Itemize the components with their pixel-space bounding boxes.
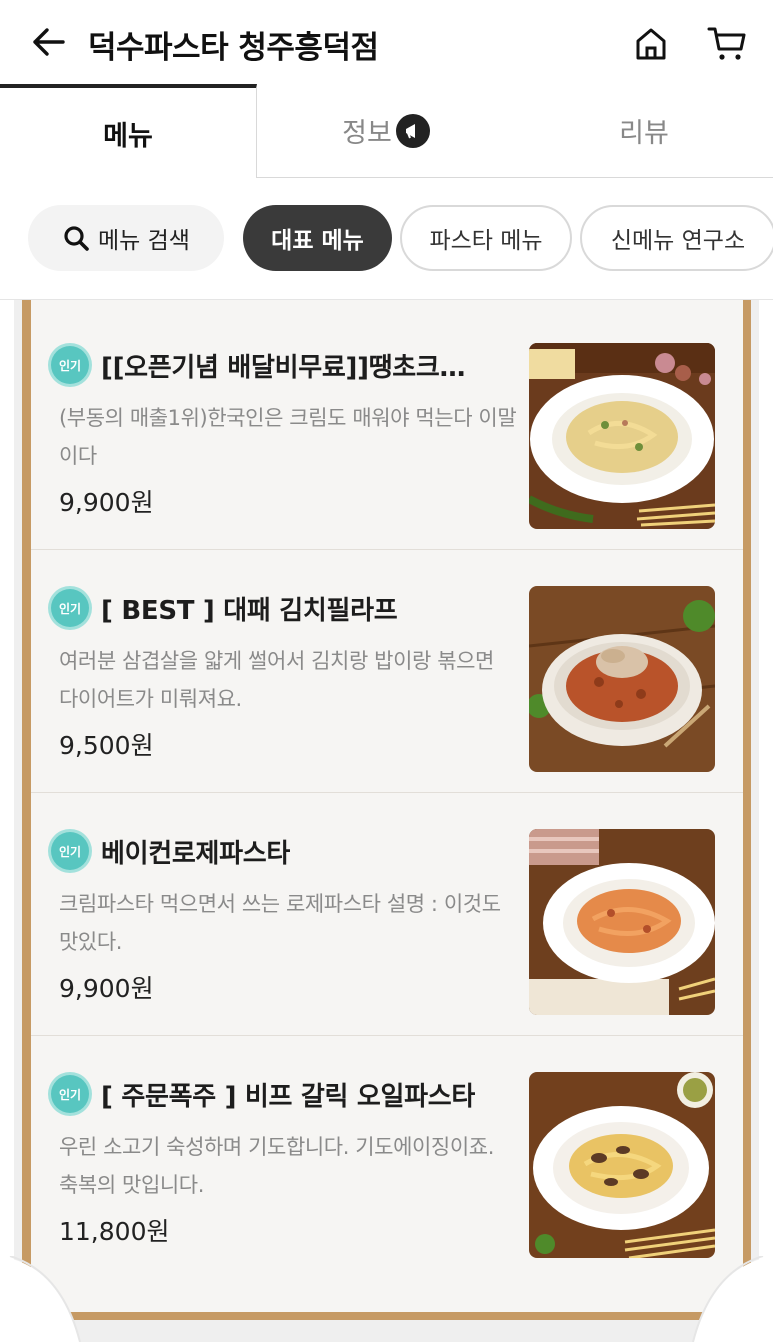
menu-item-name: [ 주문폭주 ] 비프 갈릭 오일파스타 [101,1081,475,1112]
home-button[interactable] [628,22,674,66]
menu-item[interactable]: 인기 [ BEST ] 대패 김치필라프 여러분 삼겹살을 얇게 썰어서 김치랑… [31,550,743,793]
megaphone-icon [395,113,430,148]
menu-item-price: 9,500원 [59,731,154,760]
menu-item-description: 여러분 삼겹살을 얇게 썰어서 김치랑 밥이랑 볶으면 다이어트가 미뤄져요. [59,649,494,711]
menu-item-photo [529,586,715,772]
cart-button[interactable] [702,20,752,66]
menu-item-name: [ BEST ] 대패 김치필라프 [101,595,398,626]
menu-item-title-row: 인기 [ BEST ] 대패 김치필라프 [51,588,511,628]
menu-item-photo [529,1072,715,1258]
menu-item-photo [529,343,715,529]
back-button[interactable] [26,20,70,64]
menu-item-price: 11,800원 [59,1217,170,1246]
search-icon [64,226,89,251]
menu-item[interactable]: 인기 베이컨로제파스타 크림파스타 먹으면서 쓰는 로제파스타 설명 : 이것도… [31,793,743,1036]
tab-menu[interactable]: 메뉴 [0,84,257,178]
page-curl-right [692,1256,773,1342]
chip-new-menu-lab[interactable]: 신메뉴 연구소 [580,205,773,271]
menu-item-name: [[오픈기념 배달비무료]]땡초크… [101,352,466,383]
menu-item-photo [529,829,715,1015]
popular-badge: 인기 [51,589,89,627]
menu-item-description: 크림파스타 먹으면서 쓰는 로제파스타 설명 : 이것도 맛있다. [59,892,501,954]
menu-item-description: 우린 소고기 숙성하며 기도합니다. 기도에이징이죠. 축복의 맛입니다. [59,1135,494,1197]
category-chips: 메뉴 검색 대표 메뉴 파스타 메뉴 신메뉴 연구소 [0,178,773,300]
menu-item[interactable]: 인기 [ 주문폭주 ] 비프 갈릭 오일파스타 우린 소고기 숙성하며 기도합니… [31,1036,743,1279]
popular-badge: 인기 [51,832,89,870]
menu-item-title-row: 인기 베이컨로제파스타 [51,831,511,871]
chip-pasta-menu[interactable]: 파스타 메뉴 [400,205,572,271]
home-icon [636,28,666,60]
menu-item[interactable]: 인기 [[오픈기념 배달비무료]]땡초크… (부동의 매출1위)한국인은 크림도… [31,307,743,550]
chip-representative-menu[interactable]: 대표 메뉴 [243,205,392,271]
app-header: 덕수파스타 청주흥덕점 [0,0,773,86]
tab-review-label: 리뷰 [619,118,669,149]
menu-search-label: 메뉴 검색 [98,228,190,254]
tab-info-label: 정보 [342,118,392,149]
tab-review[interactable]: 리뷰 [515,84,773,178]
menu-item-price: 9,900원 [59,488,154,517]
cart-icon [707,27,746,60]
menu-item-name: 베이컨로제파스타 [101,838,290,869]
menu-item-title-row: 인기 [[오픈기념 배달비무료]]땡초크… [51,345,511,385]
tab-info[interactable]: 정보 [257,84,515,178]
menu-item-title-row: 인기 [ 주문폭주 ] 비프 갈릭 오일파스타 [51,1074,511,1114]
menu-search-button[interactable]: 메뉴 검색 [28,205,224,271]
popular-badge: 인기 [51,1075,89,1113]
tab-menu-label: 메뉴 [103,120,153,152]
popular-badge: 인기 [51,346,89,384]
tab-bar: 메뉴 정보 리뷰 [0,84,773,178]
store-title: 덕수파스타 청주흥덕점 [88,30,379,66]
menu-item-price: 9,900원 [59,974,154,1003]
arrow-left-icon [33,28,65,56]
menu-item-description: (부동의 매출1위)한국인은 크림도 매워야 먹는다 이말이다 [59,406,517,468]
page-curl-left [0,1256,81,1342]
